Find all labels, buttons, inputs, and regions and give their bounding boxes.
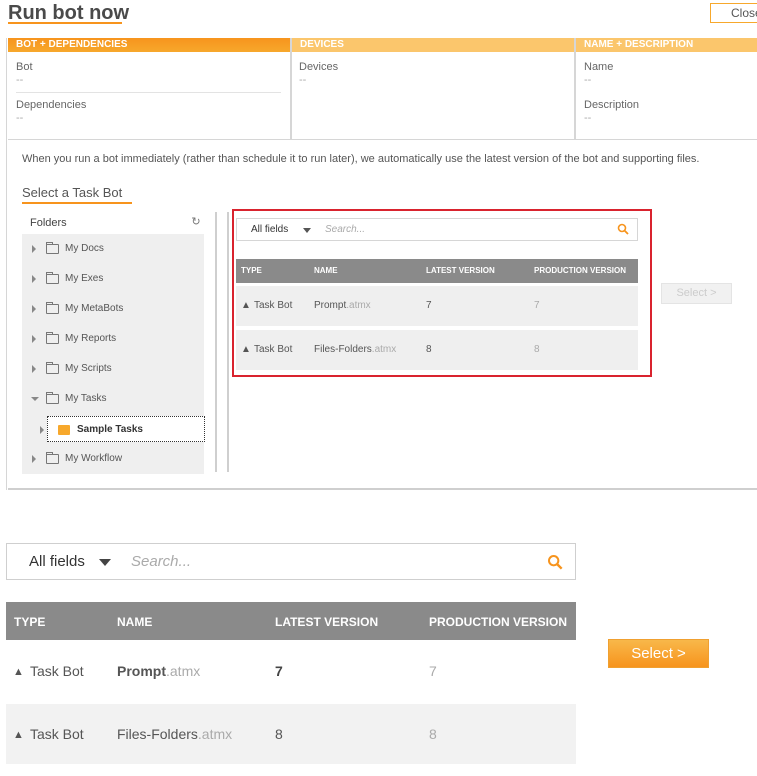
- row-latest: 7: [275, 663, 283, 679]
- column-latest-version[interactable]: LATEST VERSION: [275, 615, 378, 629]
- folder-icon: [46, 332, 59, 344]
- search-bar-zoomed: All fields Search...: [6, 543, 576, 580]
- chevron-right-icon[interactable]: [32, 305, 36, 313]
- name-value: --: [584, 74, 592, 86]
- chevron-right-icon[interactable]: [32, 455, 36, 463]
- table-row-zoomed[interactable]: ▲ Task Bot Files-Folders.atmx 8 8: [6, 704, 576, 764]
- folder-icon: [46, 452, 59, 464]
- folder-item-my-reports[interactable]: My Reports: [22, 326, 204, 354]
- chevron-right-icon[interactable]: [32, 245, 36, 253]
- pane-splitter[interactable]: [215, 212, 217, 472]
- folder-icon: [46, 302, 59, 314]
- row-type: Task Bot: [30, 726, 84, 742]
- folder-icon: [46, 362, 59, 374]
- column-name[interactable]: NAME: [117, 615, 152, 629]
- table-header-zoomed: TYPE NAME LATEST VERSION PRODUCTION VERS…: [6, 602, 576, 640]
- bot-dependencies-heading: BOT + DEPENDENCIES: [8, 38, 290, 52]
- section-underline: [22, 202, 132, 204]
- column-production-version[interactable]: PRODUCTION VERSION: [429, 615, 567, 629]
- row-name-ext: .atmx: [197, 726, 233, 742]
- row-latest: 8: [275, 726, 283, 742]
- title-underline: [8, 22, 122, 24]
- robot-icon: ▲: [13, 729, 24, 741]
- section-title: Select a Task Bot: [22, 185, 123, 200]
- folder-label: Sample Tasks: [77, 424, 143, 435]
- folder-label: My Scripts: [65, 363, 112, 374]
- folder-item-my-scripts[interactable]: My Scripts: [22, 356, 204, 384]
- devices-heading: DEVICES: [292, 38, 574, 52]
- robot-icon: ▲: [13, 666, 24, 678]
- row-name-base: Files-Folders: [117, 726, 198, 742]
- caret-down-icon[interactable]: [99, 559, 111, 566]
- chevron-right-icon[interactable]: [32, 335, 36, 343]
- bot-dependencies-panel: BOT + DEPENDENCIES Bot -- Dependencies -…: [8, 38, 291, 140]
- dialog-left-border: [6, 38, 7, 490]
- highlight-box: [232, 209, 652, 377]
- field-selector[interactable]: All fields: [29, 553, 85, 570]
- row-name: Files-Folders.atmx: [117, 726, 232, 742]
- close-button[interactable]: Close: [710, 3, 757, 23]
- table-row-zoomed[interactable]: ▲ Task Bot Prompt.atmx 7 7: [6, 641, 576, 701]
- folder-open-icon: [46, 392, 59, 404]
- folder-item-my-exes[interactable]: My Exes: [22, 266, 204, 294]
- folder-label: My Tasks: [65, 393, 107, 404]
- folder-icon: [58, 425, 70, 435]
- folder-item-sample-tasks[interactable]: Sample Tasks: [40, 416, 205, 442]
- devices-value: --: [299, 74, 307, 86]
- folder-label: My MetaBots: [65, 303, 124, 314]
- devices-panel: DEVICES Devices --: [291, 38, 575, 140]
- info-text: When you run a bot immediately (rather t…: [22, 153, 700, 165]
- search-icon[interactable]: [547, 554, 563, 570]
- row-type: Task Bot: [30, 663, 84, 679]
- pane-splitter: [227, 212, 229, 472]
- row-production: 7: [429, 663, 437, 679]
- chevron-right-icon[interactable]: [40, 426, 44, 434]
- folder-icon: [46, 272, 59, 284]
- description-label: Description: [584, 99, 640, 111]
- folder-item-my-workflow[interactable]: My Workflow: [22, 446, 204, 474]
- folder-item-my-tasks[interactable]: My Tasks: [22, 386, 204, 414]
- search-input[interactable]: Search...: [131, 553, 191, 570]
- dependencies-value: --: [16, 112, 24, 124]
- dialog-bottom-border: [8, 488, 757, 490]
- chevron-down-icon[interactable]: [31, 397, 39, 401]
- folder-icon: [46, 242, 59, 254]
- name-description-panel: NAME + DESCRIPTION Name -- Description -…: [575, 38, 757, 140]
- name-description-heading: NAME + DESCRIPTION: [576, 38, 757, 52]
- row-name-base: Prompt: [117, 663, 166, 679]
- description-value: --: [584, 112, 592, 124]
- dependencies-label: Dependencies: [16, 99, 87, 111]
- column-type[interactable]: TYPE: [14, 615, 45, 629]
- chevron-right-icon[interactable]: [32, 275, 36, 283]
- refresh-icon[interactable]: ↻: [190, 216, 202, 228]
- name-label: Name: [584, 61, 614, 73]
- folders-header: Folders ↻: [22, 212, 204, 234]
- row-name: Prompt.atmx: [117, 663, 200, 679]
- panel-divider: [16, 92, 281, 93]
- row-name-ext: .atmx: [166, 663, 201, 679]
- folder-label: My Workflow: [65, 453, 123, 464]
- select-button[interactable]: Select >: [661, 283, 732, 304]
- bot-value: --: [16, 74, 24, 86]
- select-button-zoomed[interactable]: Select >: [608, 639, 709, 668]
- folder-item-my-docs[interactable]: My Docs: [22, 236, 204, 264]
- row-production: 8: [429, 726, 437, 742]
- folder-item-my-metabots[interactable]: My MetaBots: [22, 296, 204, 324]
- chevron-right-icon[interactable]: [32, 365, 36, 373]
- folders-header-label: Folders: [30, 217, 67, 229]
- devices-label: Devices: [299, 61, 339, 73]
- folder-label: My Reports: [65, 333, 117, 344]
- bot-label: Bot: [16, 61, 33, 73]
- folder-label: My Exes: [65, 273, 104, 284]
- folder-label: My Docs: [65, 243, 104, 254]
